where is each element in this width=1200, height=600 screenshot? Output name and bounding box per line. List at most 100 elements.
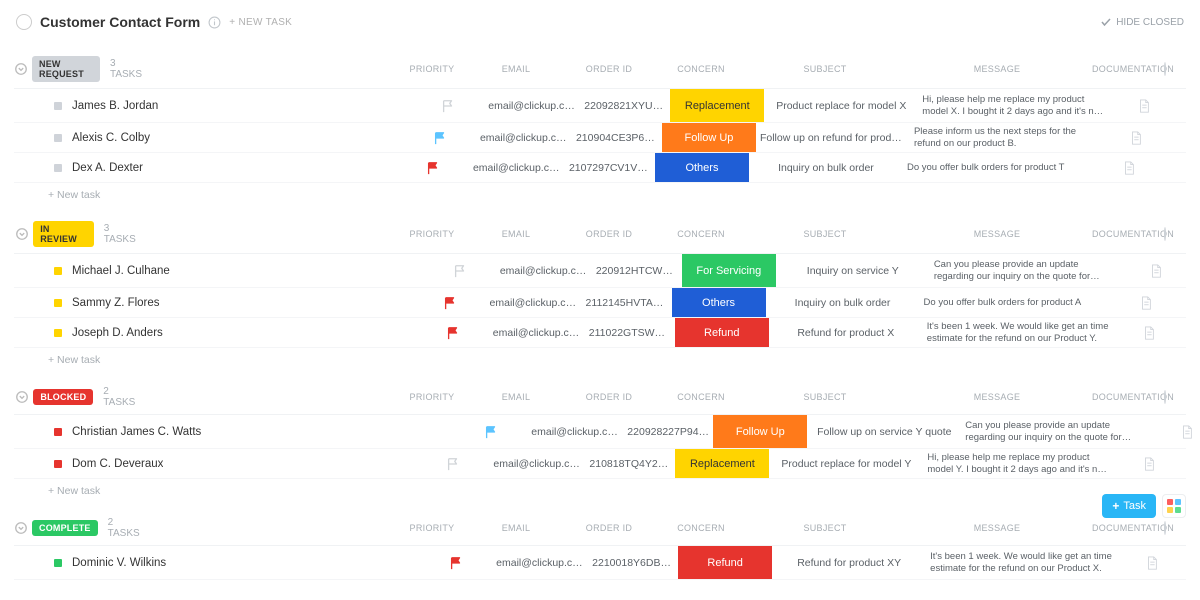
column-header[interactable]: DOCUMENTATION bbox=[1092, 392, 1164, 402]
table-row[interactable]: Dominic V. Wilkins email@clickup.com 221… bbox=[14, 546, 1186, 580]
collapse-toggle[interactable] bbox=[14, 226, 29, 242]
priority-cell[interactable] bbox=[455, 425, 527, 439]
column-header[interactable]: PRIORITY bbox=[396, 229, 468, 239]
table-row[interactable]: Dex A. Dexter email@clickup.com 2107297C… bbox=[14, 153, 1186, 183]
concern-cell[interactable]: Others bbox=[655, 153, 749, 182]
documentation-cell[interactable] bbox=[1093, 160, 1165, 176]
table-row[interactable]: Alexis C. Colby email@clickup.com 210904… bbox=[14, 123, 1186, 153]
documentation-cell[interactable] bbox=[1120, 263, 1192, 279]
order-id-cell[interactable]: 220912HTCW8PJ7 bbox=[592, 265, 682, 277]
column-header[interactable]: SUBJECT bbox=[748, 523, 902, 533]
documentation-cell[interactable] bbox=[1110, 295, 1182, 311]
subject-cell[interactable]: Product replace for model X bbox=[764, 100, 918, 112]
task-name[interactable]: Christian James C. Watts bbox=[72, 426, 201, 438]
email-cell[interactable]: email@clickup.com bbox=[489, 327, 585, 339]
priority-cell[interactable] bbox=[424, 264, 496, 278]
status-pill[interactable]: BLOCKED bbox=[33, 389, 93, 405]
message-cell[interactable]: Can you please provide an update regardi… bbox=[961, 420, 1151, 444]
new-task-header[interactable]: + NEW TASK bbox=[229, 17, 292, 28]
table-row[interactable]: Michael J. Culhane email@clickup.com 220… bbox=[14, 254, 1186, 288]
column-header[interactable]: PRIORITY bbox=[396, 64, 468, 74]
task-name[interactable]: Joseph D. Anders bbox=[72, 327, 163, 339]
column-header[interactable]: ORDER ID bbox=[564, 392, 654, 402]
column-header[interactable]: DOCUMENTATION bbox=[1092, 64, 1164, 74]
subject-cell[interactable]: Inquiry on bulk order bbox=[766, 297, 920, 309]
documentation-cell[interactable] bbox=[1100, 130, 1172, 146]
email-cell[interactable]: email@clickup.com bbox=[492, 557, 588, 569]
task-name[interactable]: Sammy Z. Flores bbox=[72, 297, 160, 309]
subject-cell[interactable]: Inquiry on service Y bbox=[776, 265, 930, 277]
task-name[interactable]: Dom C. Deveraux bbox=[72, 458, 163, 470]
order-id-cell[interactable]: 210818TQ4Y2MN3 bbox=[585, 458, 675, 470]
order-id-cell[interactable]: 2112145HVTA29D bbox=[582, 297, 672, 309]
column-header[interactable]: MESSAGE bbox=[902, 392, 1092, 402]
documentation-cell[interactable] bbox=[1108, 98, 1180, 114]
message-cell[interactable]: Hi, please help me replace my product mo… bbox=[918, 94, 1108, 118]
priority-cell[interactable] bbox=[404, 131, 476, 145]
subject-cell[interactable]: Follow up on refund for produ… bbox=[756, 132, 910, 144]
email-cell[interactable]: email@clickup.com bbox=[469, 162, 565, 174]
priority-cell[interactable] bbox=[397, 161, 469, 175]
email-cell[interactable]: email@clickup.com bbox=[496, 265, 592, 277]
status-pill[interactable]: IN REVIEW bbox=[33, 221, 93, 247]
column-header[interactable]: CONCERN bbox=[654, 229, 748, 239]
column-header[interactable]: EMAIL bbox=[468, 523, 564, 533]
concern-cell[interactable]: Others bbox=[672, 288, 766, 317]
documentation-cell[interactable] bbox=[1113, 456, 1185, 472]
priority-cell[interactable] bbox=[414, 296, 486, 310]
order-id-cell[interactable]: 211022GTSWXCGF bbox=[585, 327, 675, 339]
order-id-cell[interactable]: 210904CE3P6SNX bbox=[572, 132, 662, 144]
column-header[interactable]: CONCERN bbox=[654, 523, 748, 533]
column-header[interactable]: PRIORITY bbox=[396, 392, 468, 402]
column-header[interactable]: SUBJECT bbox=[748, 392, 902, 402]
collapse-toggle[interactable] bbox=[14, 520, 28, 536]
subject-cell[interactable]: Inquiry on bulk order bbox=[749, 162, 903, 174]
table-row[interactable]: Sammy Z. Flores email@clickup.com 211214… bbox=[14, 288, 1186, 318]
column-header[interactable]: MESSAGE bbox=[902, 523, 1092, 533]
hide-closed-button[interactable]: HIDE CLOSED bbox=[1100, 16, 1184, 28]
column-header[interactable]: EMAIL bbox=[468, 64, 564, 74]
email-cell[interactable]: email@clickup.com bbox=[476, 132, 572, 144]
collapse-toggle[interactable] bbox=[14, 389, 29, 405]
status-pill[interactable]: NEW REQUEST bbox=[32, 56, 100, 82]
column-header[interactable]: SUBJECT bbox=[748, 229, 902, 239]
task-name[interactable]: Dominic V. Wilkins bbox=[72, 557, 166, 569]
concern-cell[interactable]: Refund bbox=[678, 546, 772, 579]
concern-cell[interactable]: Replacement bbox=[675, 449, 769, 478]
column-header[interactable]: CONCERN bbox=[654, 64, 748, 74]
new-task-row[interactable]: + New task bbox=[14, 479, 1186, 503]
column-header[interactable]: CONCERN bbox=[654, 392, 748, 402]
order-id-cell[interactable]: 22092821XYUPEK bbox=[580, 100, 670, 112]
new-task-row[interactable]: + New task bbox=[14, 183, 1186, 207]
concern-cell[interactable]: Follow Up bbox=[713, 415, 807, 448]
order-id-cell[interactable]: 2210018Y6DBAJV bbox=[588, 557, 678, 569]
status-pill[interactable]: COMPLETE bbox=[32, 520, 98, 536]
message-cell[interactable]: Please inform us the next steps for the … bbox=[910, 126, 1100, 150]
table-row[interactable]: Dom C. Deveraux email@clickup.com 210818… bbox=[14, 449, 1186, 479]
column-header[interactable]: ORDER ID bbox=[564, 229, 654, 239]
documentation-cell[interactable] bbox=[1113, 325, 1185, 341]
table-row[interactable]: Joseph D. Anders email@clickup.com 21102… bbox=[14, 318, 1186, 348]
collapse-toggle[interactable] bbox=[14, 61, 28, 77]
email-cell[interactable]: email@clickup.com bbox=[486, 297, 582, 309]
add-column-button[interactable] bbox=[1164, 62, 1166, 76]
task-name[interactable]: James B. Jordan bbox=[72, 100, 158, 112]
priority-cell[interactable] bbox=[417, 457, 489, 471]
task-name[interactable]: Alexis C. Colby bbox=[72, 132, 150, 144]
column-header[interactable]: MESSAGE bbox=[902, 229, 1092, 239]
message-cell[interactable]: Do you offer bulk orders for product T bbox=[903, 162, 1093, 174]
concern-cell[interactable]: Follow Up bbox=[662, 123, 756, 152]
documentation-cell[interactable] bbox=[1151, 424, 1200, 440]
subject-cell[interactable]: Product replace for model Y bbox=[769, 458, 923, 470]
column-header[interactable]: EMAIL bbox=[468, 229, 564, 239]
add-column-button[interactable] bbox=[1164, 521, 1166, 535]
apps-grid-button[interactable] bbox=[1162, 494, 1186, 518]
add-column-button[interactable] bbox=[1164, 390, 1166, 404]
email-cell[interactable]: email@clickup.com bbox=[489, 458, 585, 470]
column-header[interactable]: DOCUMENTATION bbox=[1092, 523, 1164, 533]
column-header[interactable]: SUBJECT bbox=[748, 64, 902, 74]
task-name[interactable]: Michael J. Culhane bbox=[72, 265, 170, 277]
priority-cell[interactable] bbox=[412, 99, 484, 113]
documentation-cell[interactable] bbox=[1116, 555, 1188, 571]
subject-cell[interactable]: Refund for product XY bbox=[772, 557, 926, 569]
